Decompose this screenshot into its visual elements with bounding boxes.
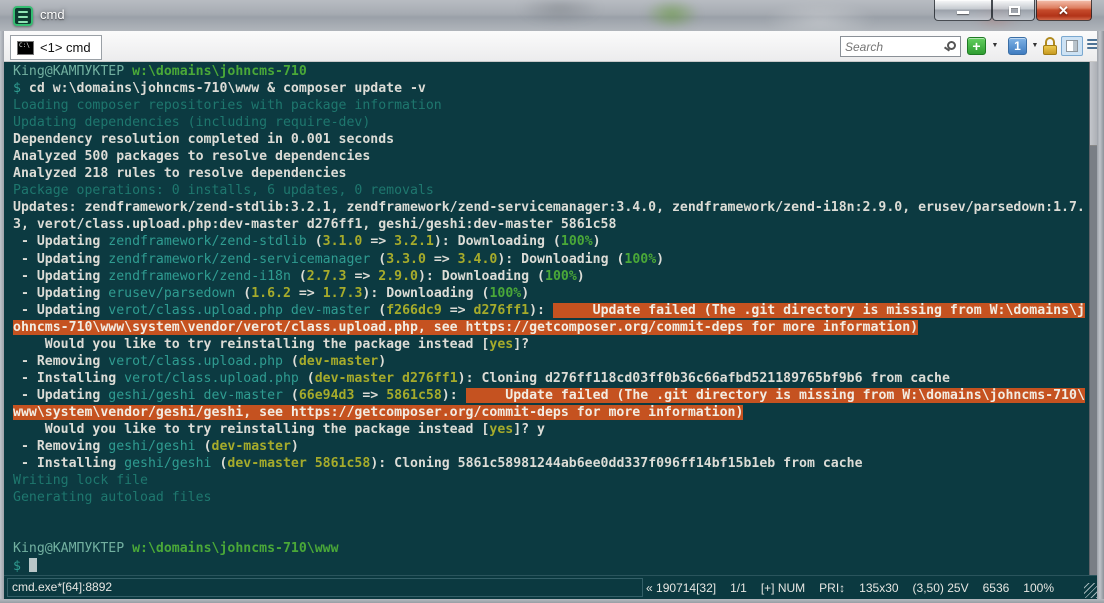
terminal-line: - Updating zendframework/zend-serviceman… <box>13 251 665 267</box>
terminal-line: Writing lock file <box>13 473 148 489</box>
status-item: 100% <box>1023 581 1054 595</box>
lock-icon[interactable] <box>1042 37 1058 55</box>
terminal-line: Generating autoload files <box>13 490 212 506</box>
terminal-line: Dependency resolution completed in 0.001… <box>13 132 395 148</box>
console-list-dropdown-icon[interactable]: ▼ <box>1030 37 1040 55</box>
search-input[interactable] <box>845 38 941 55</box>
terminal-line: King@КАМПУКТЕР w:\domains\johncms-710\ww… <box>13 541 339 557</box>
terminal-line: Updating dependencies (including require… <box>13 115 371 131</box>
terminal-line: Would you like to try reinstalling the p… <box>13 336 530 352</box>
window-bottom-frame <box>0 599 1104 603</box>
cmd-icon: C:\ <box>17 40 34 55</box>
terminal-line: - Removing geshi/geshi (dev-master) <box>13 439 299 455</box>
terminal-line: - Updating zendframework/zend-i18n (2.7.… <box>13 268 585 284</box>
terminal-line: - Updating erusev/parsedown (1.6.2 => 1.… <box>13 285 530 301</box>
terminal-line: $ <box>13 558 1089 575</box>
status-item: 6536 <box>982 581 1010 595</box>
terminal-line: King@КАМПУКТЕР w:\domains\johncms-710 <box>13 64 307 79</box>
minimize-icon <box>957 11 969 14</box>
terminal-line: Loading composer repositories with packa… <box>13 98 442 114</box>
new-console-dropdown-icon[interactable]: ▼ <box>990 37 1000 55</box>
maximize-button[interactable] <box>992 0 1035 21</box>
search-box <box>840 36 961 57</box>
window-title: cmd <box>40 7 65 22</box>
terminal-line: ohncms-710\www\system\vendor/verot/class… <box>13 319 919 335</box>
conemu-window: cmd ✕ C:\ <1> cmd + ▼ 1 ▼ King@КАМПУКТЕР… <box>0 0 1104 603</box>
terminal-line: - Installing geshi/geshi (dev-master 586… <box>13 456 863 472</box>
terminal-line: Analyzed 500 packages to resolve depende… <box>13 149 371 165</box>
terminal-line: Package operations: 0 installs, 6 update… <box>13 183 434 199</box>
maximize-icon <box>1008 6 1020 15</box>
status-item: « 190714[32] <box>646 581 717 595</box>
tab-bar: C:\ <1> cmd + ▼ 1 ▼ <box>4 31 1102 62</box>
tab-label: <1> cmd <box>40 40 91 55</box>
sidebar-toggle-button[interactable] <box>1061 36 1083 56</box>
title-bar[interactable]: cmd ✕ <box>0 0 1104 31</box>
terminal-line: www\system\vendor/geshi/geshi, see https… <box>13 404 744 420</box>
terminal-line: Analyzed 218 rules to resolve dependenci… <box>13 166 347 182</box>
status-item: [+] NUM <box>760 581 806 595</box>
terminal-line: Would you like to try reinstalling the p… <box>13 421 545 437</box>
terminal-area: King@КАМПУКТЕР w:\domains\johncms-710 $ c… <box>4 62 1097 575</box>
terminal-line: Updates: zendframework/zend-stdlib:3.2.1… <box>13 200 1085 216</box>
window-left-frame <box>0 31 4 599</box>
new-console-button[interactable]: + <box>967 37 986 55</box>
status-item: (3,50) 25V <box>912 581 969 595</box>
tab-cmd[interactable]: C:\ <1> cmd <box>10 35 102 60</box>
lock-shackle <box>1045 37 1055 45</box>
terminal-line: - Updating zendframework/zend-stdlib (3.… <box>13 234 601 250</box>
status-process-info: cmd.exe*[64]:8892 <box>7 578 643 597</box>
status-item: 1/1 <box>730 581 747 595</box>
status-bar: cmd.exe*[64]:8892 « 190714[32] 1/1 [+] NUM… <box>4 575 1100 599</box>
terminal-line: - Installing verot/class.upload.php (dev… <box>13 370 950 386</box>
search-icon[interactable] <box>947 41 956 50</box>
terminal-scrollbar[interactable] <box>1089 62 1097 575</box>
terminal-line: - Updating geshi/geshi dev-master (66e94… <box>13 387 1085 403</box>
status-item: PRI↕ <box>819 581 846 595</box>
terminal-output[interactable]: King@КАМПУКТЕР w:\domains\johncms-710 $ c… <box>4 62 1089 575</box>
console-list-button[interactable]: 1 <box>1008 37 1027 55</box>
sidebar-panel-icon <box>1066 40 1078 52</box>
terminal-line: - Removing verot/class.upload.php (dev-m… <box>13 353 387 369</box>
terminal-cursor <box>28 558 37 573</box>
terminal-line: $ cd w:\domains\johncms-710\www & compos… <box>13 81 426 97</box>
lock-body <box>1043 45 1057 55</box>
window-right-frame <box>1097 31 1104 599</box>
close-button[interactable]: ✕ <box>1036 0 1092 21</box>
minimize-button[interactable] <box>934 0 992 21</box>
status-item: 135x30 <box>859 581 899 595</box>
conemu-app-icon[interactable] <box>13 6 33 26</box>
terminal-line: 3, verot/class.upload.php:dev-master d27… <box>13 217 617 233</box>
terminal-line: - Updating verot/class.upload.php dev-ma… <box>13 302 1085 318</box>
status-right-items: « 190714[32] 1/1 [+] NUM PRI↕ 135x30 (3,50) 2… <box>646 576 1054 600</box>
scrollbar-thumb[interactable] <box>1090 62 1097 146</box>
close-icon: ✕ <box>1058 3 1069 18</box>
